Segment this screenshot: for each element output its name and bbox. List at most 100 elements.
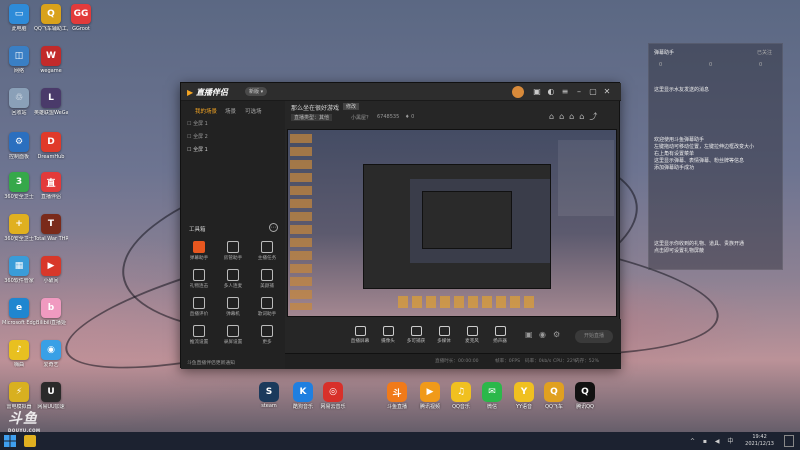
dock-app-icon: ✉ <box>482 382 502 402</box>
dock-app-icon: ♫ <box>451 382 471 402</box>
minimize-icon[interactable]: – <box>573 86 585 98</box>
source-button[interactable]: 多媒体 <box>431 326 457 344</box>
close-icon[interactable]: ✕ <box>601 86 613 98</box>
settings-icon[interactable]: ▣ <box>525 330 533 339</box>
tool-button[interactable]: 多人连麦 <box>219 269 247 289</box>
start-live-button[interactable]: 开始直播 <box>575 330 613 343</box>
desktop-icon[interactable]: U 网易UU加速 <box>34 382 68 410</box>
tool-icon <box>193 325 205 337</box>
dock-app[interactable]: 斗斗鱼直播 <box>382 382 412 410</box>
source-button[interactable]: 多可捕获 <box>403 326 429 344</box>
tool-button[interactable]: 礼物连击 <box>185 269 213 289</box>
tool-button[interactable]: 房管助手 <box>219 241 247 261</box>
desktop-icon-label: Bilibili直播姬 <box>36 320 66 326</box>
folder-icon[interactable] <box>24 435 36 447</box>
scene-item[interactable]: ☐ 全屏 1 <box>187 145 279 155</box>
live-companion-window[interactable]: ▶ 直播伴侣 新版 ▾ ▣ ◐ ≡ – ▢ ✕ 我的场景 场景 可选场 ☐ 全屏… <box>180 82 621 369</box>
desktop-icon[interactable]: L 英雄联盟WeGame版 <box>34 88 68 116</box>
clock-date: 2021/12/13 <box>745 441 774 447</box>
update-notice[interactable]: 斗鱼直播伴侣更新通知 <box>187 359 235 366</box>
source-button[interactable]: 直播屏幕 <box>347 326 373 344</box>
desktop-icon-label: DreamHub <box>37 154 65 160</box>
avatar[interactable] <box>512 86 524 98</box>
tool-button[interactable]: 直播评价 <box>185 297 213 317</box>
message-icon[interactable]: ▣ <box>531 86 543 98</box>
dock-app[interactable]: ♫ QQ音乐 <box>446 382 476 410</box>
stream-category[interactable]: 直播类型：其他 <box>291 114 333 121</box>
app-icon: ◉ <box>41 340 61 360</box>
source-button[interactable]: 麦克风 <box>459 326 485 344</box>
desktop-icon[interactable]: ▦ 360软件管家 <box>2 256 36 284</box>
scene-item[interactable]: ☐ 全屏 1 <box>187 119 279 129</box>
tab-scenes[interactable]: 场景 <box>225 107 236 115</box>
dock-app[interactable]: Q QQ飞车 <box>539 382 569 410</box>
app-name: 直播伴侣 <box>195 88 228 97</box>
desktop-icon[interactable]: T Total War THREE KI... <box>34 214 68 242</box>
more-icon[interactable]: ⋯ <box>269 223 278 232</box>
tool-button[interactable]: 歌词助手 <box>253 297 281 317</box>
version-badge[interactable]: 新版 ▾ <box>245 87 268 96</box>
source-label: 多媒体 <box>437 339 451 344</box>
status-item: CPU：22% <box>553 359 578 364</box>
dock-app[interactable]: K 酷狗音乐 <box>288 382 318 410</box>
tool-button[interactable]: 弹幕机 <box>219 297 247 317</box>
scene-item[interactable]: ☐ 全屏 2 <box>187 132 279 142</box>
tool-icon <box>193 269 205 281</box>
desktop-icon[interactable]: Q QQ飞车辅助工具 <box>34 4 68 32</box>
desktop-icon[interactable]: e Microsoft Edge <box>2 298 36 326</box>
danmu-panel[interactable]: 弹幕助手 已关注 0 0 0 这里显示水友发送的消息 欢迎使用斗鱼弹幕助手 左键… <box>648 43 783 270</box>
desktop-icon[interactable]: 3 360安全卫士 <box>2 172 36 200</box>
desktop-icon[interactable]: D DreamHub <box>34 132 68 160</box>
app-icon: ♪ <box>9 340 29 360</box>
tool-label: 礼物连击 <box>189 284 209 289</box>
app-icon: U <box>41 382 61 402</box>
clock[interactable]: 19:42 2021/12/13 <box>745 434 774 448</box>
source-button[interactable]: 摄像头 <box>375 326 401 344</box>
desktop-icon[interactable]: ⚡ 雷电模拟器 <box>2 382 36 410</box>
desktop-icon[interactable]: ♪ 嗨曲 <box>2 340 36 368</box>
eye-icon[interactable]: ◉ <box>539 330 546 339</box>
dock-app[interactable]: ✉ 微信 <box>477 382 507 410</box>
tool-button[interactable]: 主播任务 <box>253 241 281 261</box>
tool-button[interactable]: 美颜捕 <box>253 269 281 289</box>
dock-app[interactable]: Y YY语音 <box>509 382 539 410</box>
edit-button[interactable]: 修改 <box>343 103 360 110</box>
gear-icon[interactable]: ⚙ <box>553 330 560 339</box>
dock-app[interactable]: ▶ 腾讯视频 <box>415 382 445 410</box>
desktop-icon[interactable]: ⚙ 控制面板 <box>2 132 36 160</box>
menu-icon[interactable]: ≡ <box>559 86 571 98</box>
app-icon: ▦ <box>9 256 29 276</box>
notification-icon[interactable] <box>784 435 794 447</box>
dock-app[interactable]: ◎ 网易云音乐 <box>318 382 348 410</box>
stream-title[interactable]: 那么坐在很好游戏 <box>291 103 339 112</box>
desktop-icon[interactable]: GG GGroot <box>64 4 98 32</box>
maximize-icon[interactable]: ▢ <box>587 86 599 98</box>
tool-button[interactable]: 弹幕助手 <box>185 241 213 261</box>
tool-button[interactable]: 录屏设置 <box>219 325 247 345</box>
tool-button[interactable]: 推流设置 <box>185 325 213 345</box>
stream-preview[interactable] <box>287 129 617 317</box>
desktop-icon[interactable]: Wwegame <box>34 46 68 74</box>
tool-label: 主播任务 <box>257 256 277 261</box>
tool-icon <box>261 269 273 281</box>
desktop-icon[interactable]: 直直播伴侣 <box>34 172 68 200</box>
desktop-icon[interactable]: ◉ 爱奇艺 <box>34 340 68 368</box>
theme-icon[interactable]: ◐ <box>545 86 557 98</box>
tab-my-scenes[interactable]: 我的场景 <box>195 107 217 115</box>
tray-icons[interactable]: ^ ▪ ◀ 中 <box>690 436 736 445</box>
desktop-icon[interactable]: ♲ 回收站 <box>2 88 36 116</box>
dock-app[interactable]: Ssteam <box>254 382 284 409</box>
title-bar[interactable]: ▶ 直播伴侣 新版 ▾ ▣ ◐ ≡ – ▢ ✕ <box>181 83 621 101</box>
tab-optional[interactable]: 可选场 <box>245 107 262 115</box>
desktop-icon[interactable]: ▶ 小破间 <box>34 256 68 284</box>
source-button[interactable]: 扬声器 <box>487 326 513 344</box>
desktop-icon[interactable]: +360安全卫士 <box>2 214 36 242</box>
start-icon[interactable] <box>4 435 16 447</box>
desktop-icon[interactable]: ▭ 此电脑 <box>2 4 36 32</box>
panel-action[interactable]: 已关注 <box>757 49 772 56</box>
desktop-icon[interactable]: ◫ 网络 <box>2 46 36 74</box>
desktop-icon[interactable]: b Bilibili直播姬 <box>34 298 68 326</box>
tool-button[interactable]: 更多 <box>253 325 281 345</box>
dock-app[interactable]: Q 腾讯QQ <box>570 382 600 410</box>
stream-tool-icons[interactable]: ⌂⌂⌂⌂⤴ <box>549 111 602 122</box>
